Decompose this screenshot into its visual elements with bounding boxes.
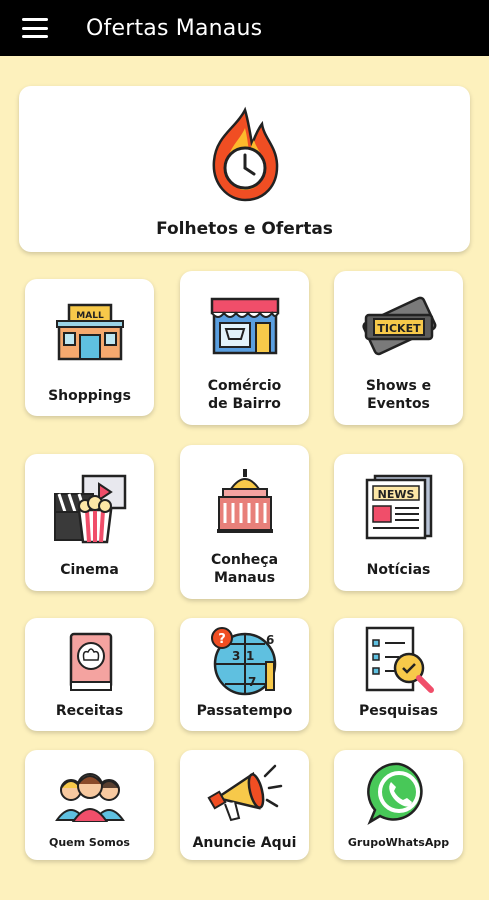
newspaper-icon: NEWS <box>363 472 435 542</box>
card-label: Shoppings <box>48 388 131 404</box>
svg-text:NEWS: NEWS <box>377 488 414 501</box>
flame-clock-icon <box>206 106 284 202</box>
conheca-manaus-card[interactable]: Conheça Manaus <box>180 445 309 599</box>
grupo-whatsapp-card[interactable]: GrupoWhatsApp <box>334 750 463 860</box>
card-label: Receitas <box>55 703 124 719</box>
app-bar: Ofertas Manaus <box>0 0 489 56</box>
svg-text:?: ? <box>218 632 226 647</box>
card-label: Notícias <box>366 562 431 578</box>
team-icon <box>54 766 125 822</box>
svg-text:TICKET: TICKET <box>377 322 421 335</box>
svg-text:6: 6 <box>266 633 274 647</box>
card-label: Anuncie Aqui <box>192 835 297 851</box>
app-title: Ofertas Manaus <box>86 15 263 41</box>
card-label: Quem Somos <box>49 836 130 849</box>
theater-building-icon <box>215 467 275 535</box>
svg-text:3: 3 <box>232 649 240 663</box>
passatempo-card[interactable]: 3 1 7 6 ? Passatempo <box>180 618 309 731</box>
card-label: GrupoWhatsApp <box>347 836 450 849</box>
noticias-card[interactable]: NEWS Notícias <box>334 454 463 591</box>
megaphone-icon <box>206 758 283 824</box>
cinema-popcorn-icon <box>51 472 129 544</box>
card-label: Cinema <box>60 562 119 578</box>
folhetos-ofertas-card[interactable]: Folhetos e Ofertas <box>19 86 470 252</box>
survey-search-icon <box>363 626 435 696</box>
shows-eventos-card[interactable]: TICKET Shows e Eventos <box>334 271 463 425</box>
ticket-icon: TICKET <box>358 289 440 361</box>
recipe-book-icon <box>65 632 115 692</box>
anuncie-aqui-card[interactable]: Anuncie Aqui <box>180 750 309 860</box>
card-label: Shows e Eventos <box>365 378 432 412</box>
receitas-card[interactable]: Receitas <box>25 618 154 731</box>
shoppings-card[interactable]: MALL Shoppings <box>25 279 154 416</box>
whatsapp-icon <box>366 760 432 826</box>
svg-text:1: 1 <box>246 649 254 663</box>
card-label: Comércio de Bairro <box>207 378 282 412</box>
pesquisas-card[interactable]: Pesquisas <box>334 618 463 731</box>
puzzle-globe-icon: 3 1 7 6 ? <box>208 626 282 696</box>
quem-somos-card[interactable]: Quem Somos <box>25 750 154 860</box>
comercio-bairro-card[interactable]: Comércio de Bairro <box>180 271 309 425</box>
mall-icon: MALL <box>55 301 125 363</box>
card-label: Pesquisas <box>359 703 438 719</box>
cinema-card[interactable]: Cinema <box>25 454 154 591</box>
svg-text:7: 7 <box>248 675 256 689</box>
card-label: Folhetos e Ofertas <box>156 219 333 239</box>
storefront-icon <box>208 295 282 357</box>
hamburger-menu-icon[interactable] <box>22 18 48 38</box>
svg-text:MALL: MALL <box>76 311 104 321</box>
card-label: Passatempo <box>196 703 293 719</box>
card-label: Conheça Manaus <box>210 552 279 586</box>
